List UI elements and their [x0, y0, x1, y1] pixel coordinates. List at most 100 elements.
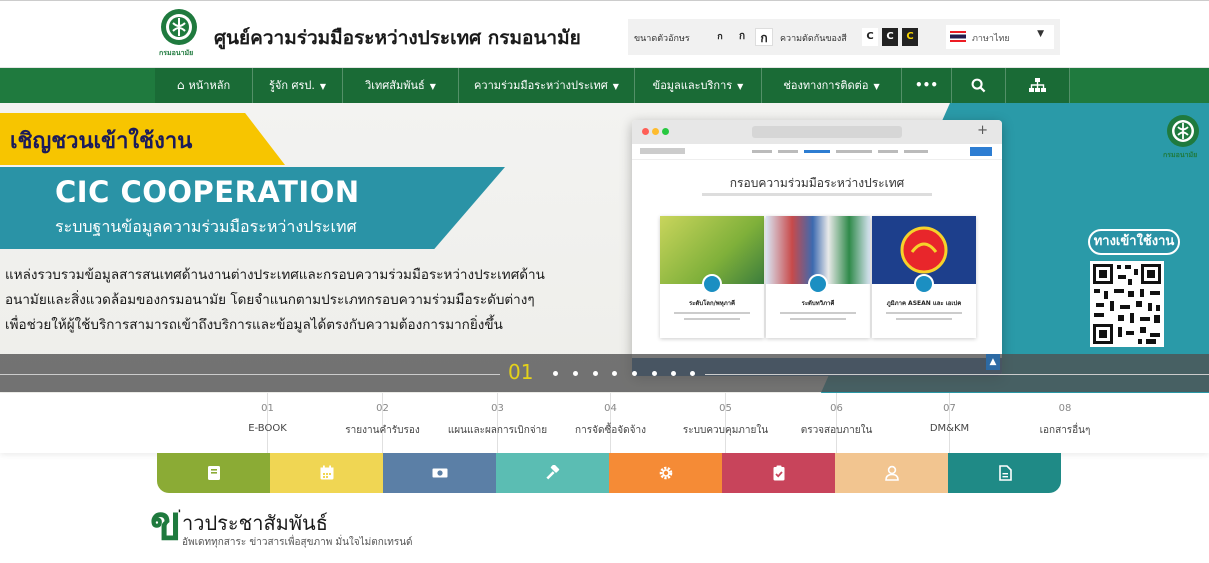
nav-services[interactable]: ข้อมูลและบริการ ▼ — [635, 68, 762, 103]
invite-badge: เชิญชวนเข้าใช้งาน — [0, 113, 285, 165]
nav-contact-label: ช่องทางการติดต่อ — [783, 79, 869, 92]
website-screenshot-mockup: + กรอบความร่วมมือระหว่างประเทศ ระดับโลก/… — [632, 120, 1002, 376]
tile-internal-audit[interactable] — [722, 453, 835, 493]
home-icon: ⌂ — [176, 78, 185, 92]
cic-title-block: CIC COOPERATION ระบบฐานข้อมูลความร่วมมือ… — [0, 167, 505, 249]
mock-card-line — [780, 312, 856, 314]
mock-link — [804, 150, 830, 153]
sitemap-icon — [1029, 78, 1046, 92]
sitemap-button[interactable] — [1006, 68, 1070, 103]
logo-caption-small: กรมอนามัย — [1163, 151, 1198, 159]
nav-contact[interactable]: ช่องทางการติดต่อ ▼ — [762, 68, 902, 103]
slider-line-left — [0, 374, 500, 375]
calendar-icon — [320, 465, 333, 480]
qr-code[interactable] — [1090, 261, 1164, 347]
slide-dot[interactable] — [573, 371, 578, 376]
menu-item-internal-control[interactable]: 05 ระบบควบคุมภายใน — [611, 393, 768, 453]
news-subtitle: อัพเดททุกสาระ ข่าวสารเพื่อสุขภาพ มั่นใจไ… — [182, 537, 413, 548]
contrast-yellow-button[interactable]: C — [902, 28, 918, 46]
contrast-normal-button[interactable]: C — [862, 28, 878, 46]
nav-foreign-relations-label: วิเทศสัมพันธ์ — [365, 79, 425, 92]
tile-dmkm[interactable] — [835, 453, 948, 493]
cic-subtitle: ระบบฐานข้อมูลความร่วมมือระหว่างประเทศ — [55, 217, 357, 236]
slide-dot[interactable] — [652, 371, 657, 376]
nav-foreign-relations[interactable]: วิเทศสัมพันธ์ ▼ — [343, 68, 459, 103]
news-title-initial: ข — [150, 496, 182, 550]
mock-card-line — [790, 318, 846, 320]
address-bar — [752, 126, 902, 138]
menu-item-dmkm[interactable]: 07 DM&KM — [835, 393, 969, 453]
slide-dot[interactable] — [690, 371, 695, 376]
menu-item-label: เอกสารอื่นๆ — [1039, 425, 1091, 436]
search-icon — [971, 78, 986, 93]
scroll-up-button[interactable]: ▲ — [986, 354, 1000, 370]
nav-cooperation[interactable]: ความร่วมมือระหว่างประเทศ ▼ — [459, 68, 635, 103]
news-section-heading: ข ่าวประชาสัมพันธ์ อัพเดททุกสาระ ข่าวสาร… — [150, 497, 650, 557]
department-logo[interactable]: กรมอนามัย — [157, 7, 201, 61]
window-dot — [662, 128, 669, 135]
invite-badge-text: เชิญชวนเข้าใช้งาน — [10, 129, 193, 154]
accessibility-bar: ขนาดตัวอักษร ก ก ก ความตัดกันของสี C C C… — [628, 19, 1060, 55]
menu-item-budget[interactable]: 03 แผนและผลการเบิกจ่าย — [383, 393, 547, 453]
tile-report[interactable] — [270, 453, 383, 493]
mock-title: กรอบความร่วมมือระหว่างประเทศ — [729, 176, 905, 190]
slide-dot[interactable] — [612, 371, 617, 376]
language-select[interactable]: ภาษาไทย ▼ — [946, 25, 1054, 49]
chevron-down-icon: ▼ — [429, 82, 436, 91]
slide-number: 01 — [508, 360, 534, 384]
nav-about[interactable]: รู้จัก ศรป. ▼ — [253, 68, 343, 103]
contrast-dark-button[interactable]: C — [882, 28, 898, 46]
gateway-button[interactable]: ทางเข้าใช้งาน — [1088, 229, 1180, 255]
font-size-small-button[interactable]: ก — [711, 28, 729, 46]
mock-link — [878, 150, 898, 153]
tile-other-docs[interactable] — [948, 453, 1061, 493]
more-menu-button[interactable]: ••• — [902, 68, 952, 103]
gavel-icon — [545, 465, 559, 480]
mock-card-line — [896, 318, 952, 320]
department-logo-small: กรมอนามัย — [1163, 113, 1203, 169]
slider-line-right — [705, 374, 1209, 375]
menu-item-report[interactable]: 02 รายงานคำรับรอง — [268, 393, 420, 453]
tile-internal-control[interactable] — [609, 453, 722, 493]
nav-about-label: รู้จัก ศรป. — [268, 79, 315, 92]
chevron-down-icon: ▼ — [319, 82, 327, 91]
hero-banner[interactable]: เชิญชวนเข้าใช้งาน CIC COOPERATION ระบบฐา… — [0, 103, 1209, 393]
nav-home[interactable]: ⌂ หน้าหลัก — [155, 68, 253, 103]
contrast-label: ความตัดกันของสี — [780, 34, 847, 44]
nav-home-label: หน้าหลัก — [188, 79, 231, 92]
menu-item-other-docs[interactable]: 08 เอกสารอื่นๆ — [950, 393, 1091, 453]
mock-card-icon — [702, 274, 722, 294]
gear-icon — [659, 466, 672, 480]
menu-item-internal-audit[interactable]: 06 ตรวจสอบภายใน — [722, 393, 872, 453]
thai-flag-icon — [950, 31, 966, 42]
header: กรมอนามัย ศูนย์ความร่วมมือระหว่างประเทศ … — [0, 0, 1209, 68]
tile-procurement[interactable] — [496, 453, 609, 493]
mock-link — [778, 150, 798, 153]
browser-chrome: + — [632, 120, 1002, 144]
chevron-down-icon: ▼ — [873, 82, 880, 91]
mock-card-asean: ภูมิภาค ASEAN และ เอเปค — [872, 216, 976, 338]
mock-button — [970, 147, 992, 156]
mock-link — [904, 150, 928, 153]
clipboard-check-icon — [773, 465, 784, 481]
mock-card-title: ภูมิภาค ASEAN และ เอเปค — [886, 300, 962, 307]
document-icon — [998, 465, 1012, 481]
search-button[interactable] — [952, 68, 1006, 103]
slide-dot[interactable] — [593, 371, 598, 376]
font-size-large-button[interactable]: ก — [755, 28, 773, 46]
slide-dot[interactable] — [553, 371, 558, 376]
slide-dot[interactable] — [671, 371, 676, 376]
menu-item-ebook[interactable]: 01 E-BOOK — [153, 393, 287, 453]
language-label: ภาษาไทย — [972, 34, 1010, 44]
slide-dot[interactable] — [632, 371, 637, 376]
chevron-down-icon: ▼ — [612, 82, 619, 91]
mock-subline — [702, 193, 932, 196]
font-size-medium-button[interactable]: ก — [733, 28, 751, 46]
banner-desc-line: แหล่งรวบรวมข้อมูลสารสนเทศด้านงานต่างประเ… — [5, 267, 545, 283]
tile-ebook[interactable] — [157, 453, 270, 493]
menu-item-number: 08 — [1058, 403, 1072, 414]
mock-card-line — [684, 318, 740, 320]
tile-budget[interactable] — [383, 453, 496, 493]
menu-item-procurement[interactable]: 04 การจัดซื้อจัดจ้าง — [496, 393, 646, 453]
font-size-label: ขนาดตัวอักษร — [634, 34, 690, 44]
